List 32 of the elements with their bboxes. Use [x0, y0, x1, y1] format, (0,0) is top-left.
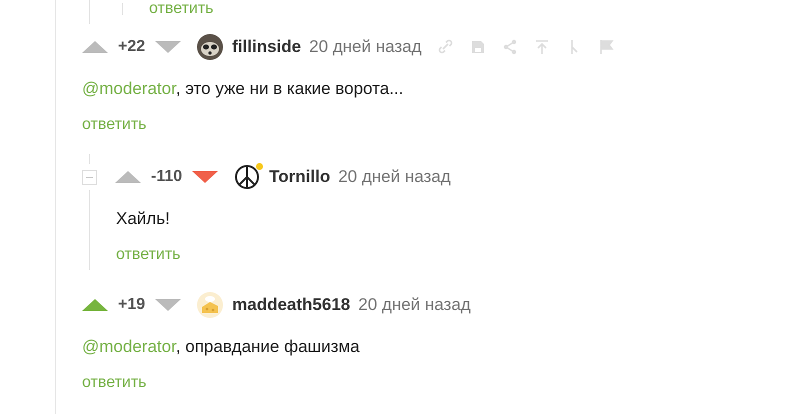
- link-icon[interactable]: [438, 39, 454, 55]
- downvote-icon[interactable]: [155, 298, 182, 312]
- downvote-icon[interactable]: [192, 170, 218, 184]
- upvote-icon[interactable]: [115, 170, 141, 184]
- save-icon[interactable]: [470, 39, 486, 55]
- avatar-icon[interactable]: [234, 164, 260, 190]
- score: +19: [118, 296, 146, 314]
- flag-icon[interactable]: [598, 39, 614, 55]
- comment-text: @moderator, оправдание фашизма: [82, 337, 361, 357]
- mention-link[interactable]: @moderator: [82, 79, 176, 98]
- reply-link[interactable]: ответить: [82, 374, 146, 392]
- collapse-button[interactable]: [82, 170, 97, 184]
- comment-time: 20 дней назад: [309, 37, 422, 57]
- reply-link[interactable]: ответить: [82, 116, 146, 134]
- score: +22: [118, 38, 146, 56]
- comment-time: 20 дней назад: [358, 295, 471, 315]
- upvote-icon[interactable]: [82, 298, 108, 312]
- share-icon[interactable]: [502, 39, 518, 55]
- comment-text: @moderator, это уже ни в какие ворота...: [82, 79, 404, 99]
- downvote-icon[interactable]: [155, 40, 182, 54]
- score: -110: [151, 168, 182, 186]
- author-name[interactable]: Tornillo: [269, 167, 330, 187]
- avatar-icon[interactable]: [197, 34, 224, 60]
- upvote-icon[interactable]: [82, 40, 108, 54]
- author-name[interactable]: maddeath5618: [232, 295, 350, 315]
- arrow-up-icon[interactable]: [534, 39, 550, 55]
- reply-link[interactable]: ответить: [116, 246, 180, 264]
- mention-link[interactable]: @moderator: [82, 337, 176, 356]
- author-name[interactable]: fillinside: [232, 37, 302, 57]
- comment-time: 20 дней назад: [338, 167, 451, 187]
- reply-link[interactable]: ответить: [122, 3, 214, 15]
- comment-text: Хайль!: [116, 209, 171, 229]
